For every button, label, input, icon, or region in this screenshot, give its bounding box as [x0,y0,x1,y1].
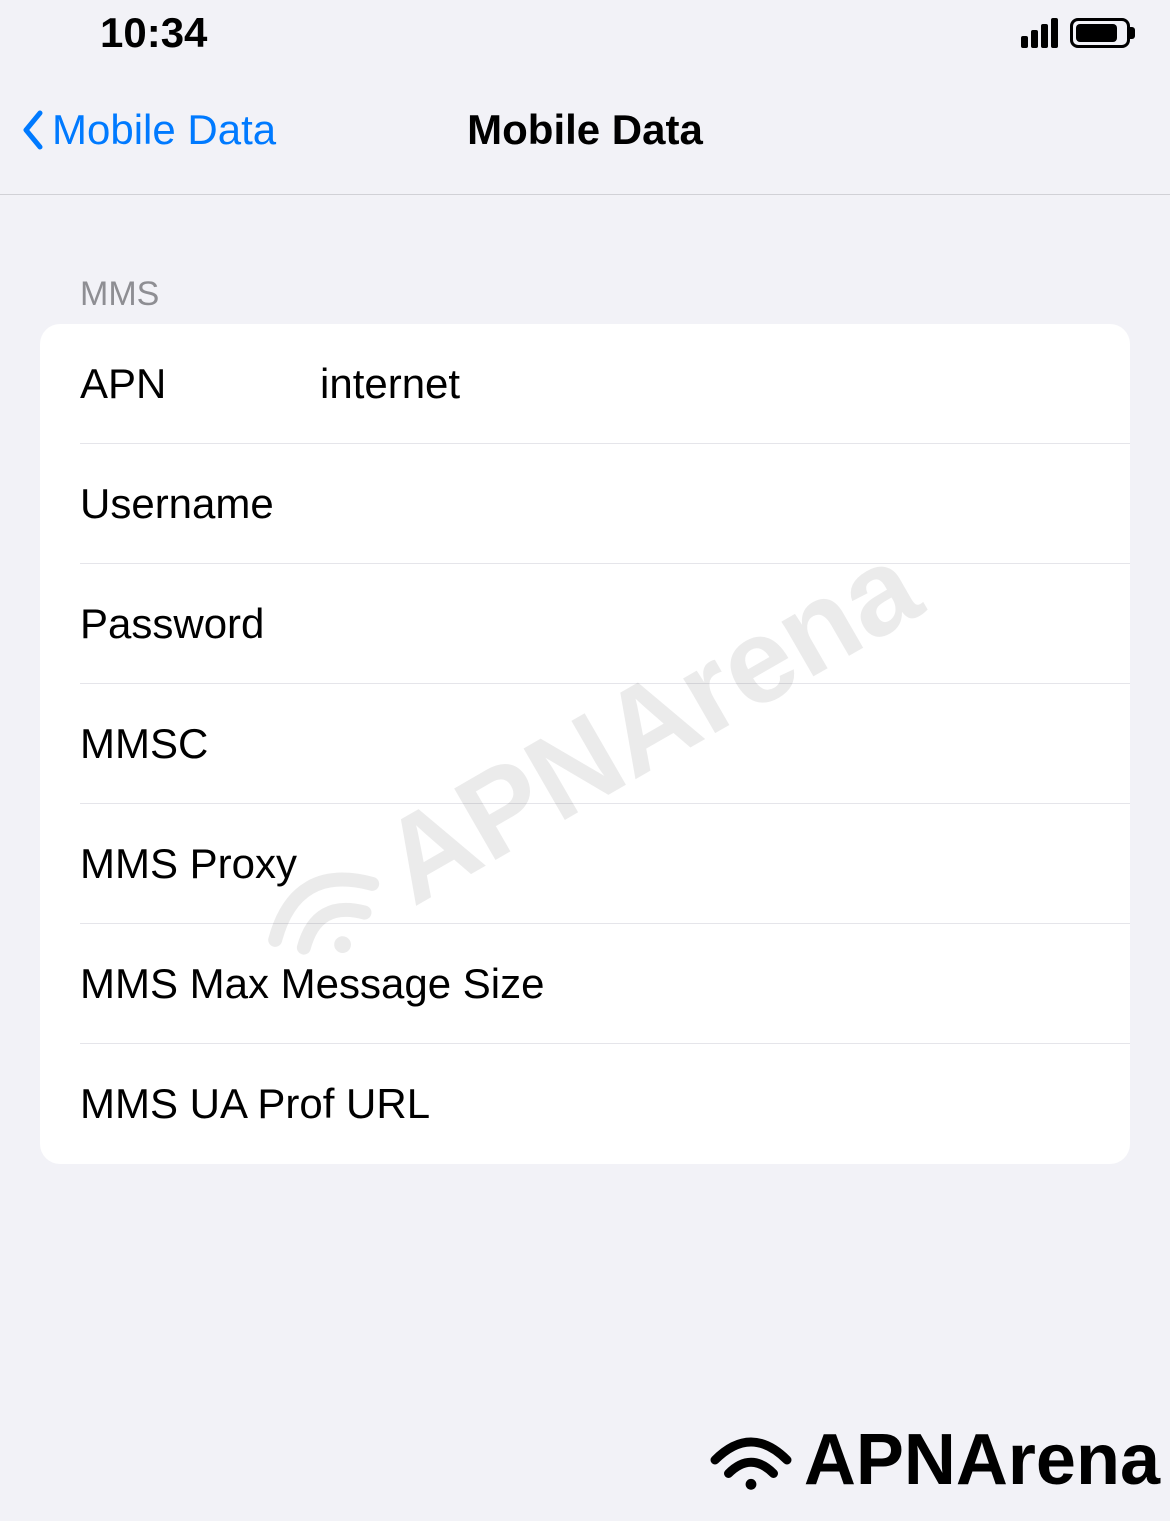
section-header-mms: MMS [40,275,1130,324]
mms-max-size-input[interactable] [549,960,1090,1008]
content: MMS APN Username Password MMSC MMS Pro [0,195,1170,1164]
setting-label: APN [80,360,320,408]
setting-label: Username [80,480,320,528]
cellular-signal-icon [1021,18,1058,48]
username-input[interactable] [320,480,1090,528]
setting-label: Password [80,600,320,648]
mmsc-input[interactable] [320,720,1090,768]
back-label: Mobile Data [52,106,276,154]
setting-label: MMS Max Message Size [80,960,549,1008]
status-indicators [1021,18,1130,48]
status-time: 10:34 [100,9,207,57]
setting-row-mms-max-size[interactable]: MMS Max Message Size [40,924,1130,1044]
apnarena-logo: APNArena [706,1419,1170,1501]
settings-group-mms: APN Username Password MMSC MMS Proxy [40,324,1130,1164]
setting-row-username[interactable]: Username [40,444,1130,564]
mms-proxy-input[interactable] [549,840,1090,888]
setting-row-password[interactable]: Password [40,564,1130,684]
chevron-left-icon [20,109,44,151]
status-bar: 10:34 [0,0,1170,65]
password-input[interactable] [320,600,1090,648]
setting-label: MMS Proxy [80,840,549,888]
battery-icon [1070,18,1130,48]
setting-row-mms-ua-prof[interactable]: MMS UA Prof URL [40,1044,1130,1164]
mms-ua-prof-input[interactable] [549,1080,1090,1128]
setting-label: MMS UA Prof URL [80,1080,549,1128]
back-button[interactable]: Mobile Data [20,106,276,154]
page-title: Mobile Data [467,106,703,154]
apn-input[interactable] [320,360,1090,408]
setting-row-mmsc[interactable]: MMSC [40,684,1130,804]
setting-label: MMSC [80,720,320,768]
navigation-bar: Mobile Data Mobile Data [0,65,1170,195]
setting-row-mms-proxy[interactable]: MMS Proxy [40,804,1130,924]
logo-text: APNArena [804,1419,1160,1501]
setting-row-apn[interactable]: APN [40,324,1130,444]
wifi-icon [706,1425,796,1495]
